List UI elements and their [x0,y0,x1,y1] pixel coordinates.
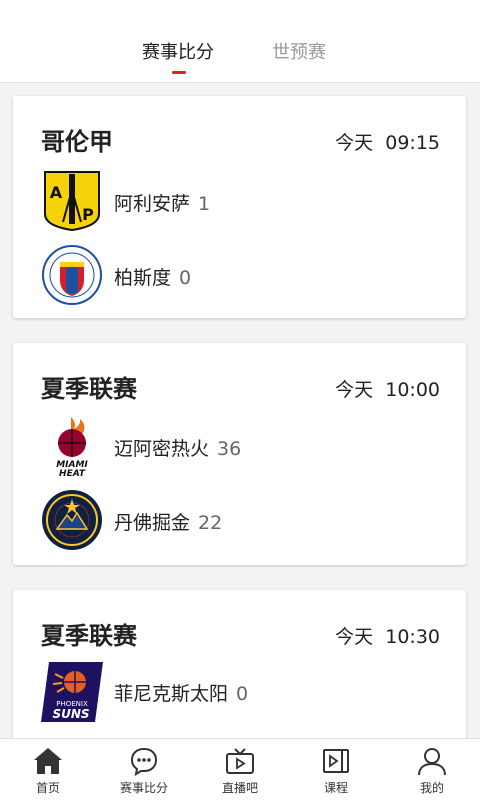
nav-home[interactable]: 首页 [0,739,96,801]
nav-courses[interactable]: 课程 [288,739,384,801]
team-score: 22 [198,512,223,534]
svg-text:HEAT: HEAT [59,469,86,477]
team-name: 柏斯度 0 [114,267,192,289]
team-name: 丹佛掘金 22 [114,512,223,534]
nav-label: 我的 [419,781,444,795]
team-name: 阿利安萨 1 [114,193,211,215]
nav-live[interactable]: 直播吧 [192,739,288,801]
svg-text:P: P [82,205,94,224]
home-icon [34,748,62,774]
team-logo-denver-nuggets [42,490,102,550]
match-time: 今天 10:30 [335,626,440,648]
match-card[interactable]: 哥伦甲 今天 09:15 A P 阿利安萨 1 柏斯度 0 [13,96,466,318]
nav-label: 课程 [323,781,348,795]
team-score: 36 [217,438,242,460]
team-logo-miami-heat: MIAMI HEAT [56,417,88,477]
svg-text:SUNS: SUNS [52,707,89,721]
match-card[interactable]: 夏季联赛 今天 10:00 MIAMI HEAT 迈阿密热火 36 丹佛掘金 22 [13,343,466,565]
match-card[interactable]: 夏季联赛 今天 10:30 PHOENIX SUNS 菲尼克斯太阳 0 [13,590,466,750]
team-score: 0 [179,267,192,289]
chat-icon [130,747,158,776]
team-logo-phoenix-suns: PHOENIX SUNS [41,662,103,722]
nav-scores[interactable]: 赛事比分 [96,739,192,801]
league-title: 夏季联赛 [41,375,137,403]
league-title: 夏季联赛 [41,622,137,650]
top-tab-bar: 赛事比分 世预赛 [0,0,480,83]
nav-label: 直播吧 [221,781,258,795]
team-score: 0 [236,683,249,705]
team-name: 菲尼克斯太阳 0 [114,683,249,705]
team-score: 1 [198,193,211,215]
active-tab-indicator [172,71,186,74]
match-time: 今天 10:00 [335,379,440,401]
tab-world-qualifiers[interactable]: 世预赛 [272,42,326,64]
nav-profile[interactable]: 我的 [384,739,480,801]
team-name: 迈阿密热火 36 [114,438,242,460]
match-time: 今天 09:15 [335,132,440,154]
bottom-nav: 首页 赛事比分 直播吧 课程 我的 [0,738,480,801]
video-icon [323,749,349,773]
user-icon [418,748,446,776]
svg-text:A: A [50,183,63,202]
nav-label: 首页 [35,781,60,795]
nav-label: 赛事比分 [119,781,168,795]
team-logo-alianza: A P [44,171,100,232]
tab-scores[interactable]: 赛事比分 [142,42,214,64]
tv-icon [226,748,254,774]
league-title: 哥伦甲 [41,128,113,156]
team-logo-pasto [42,245,102,305]
